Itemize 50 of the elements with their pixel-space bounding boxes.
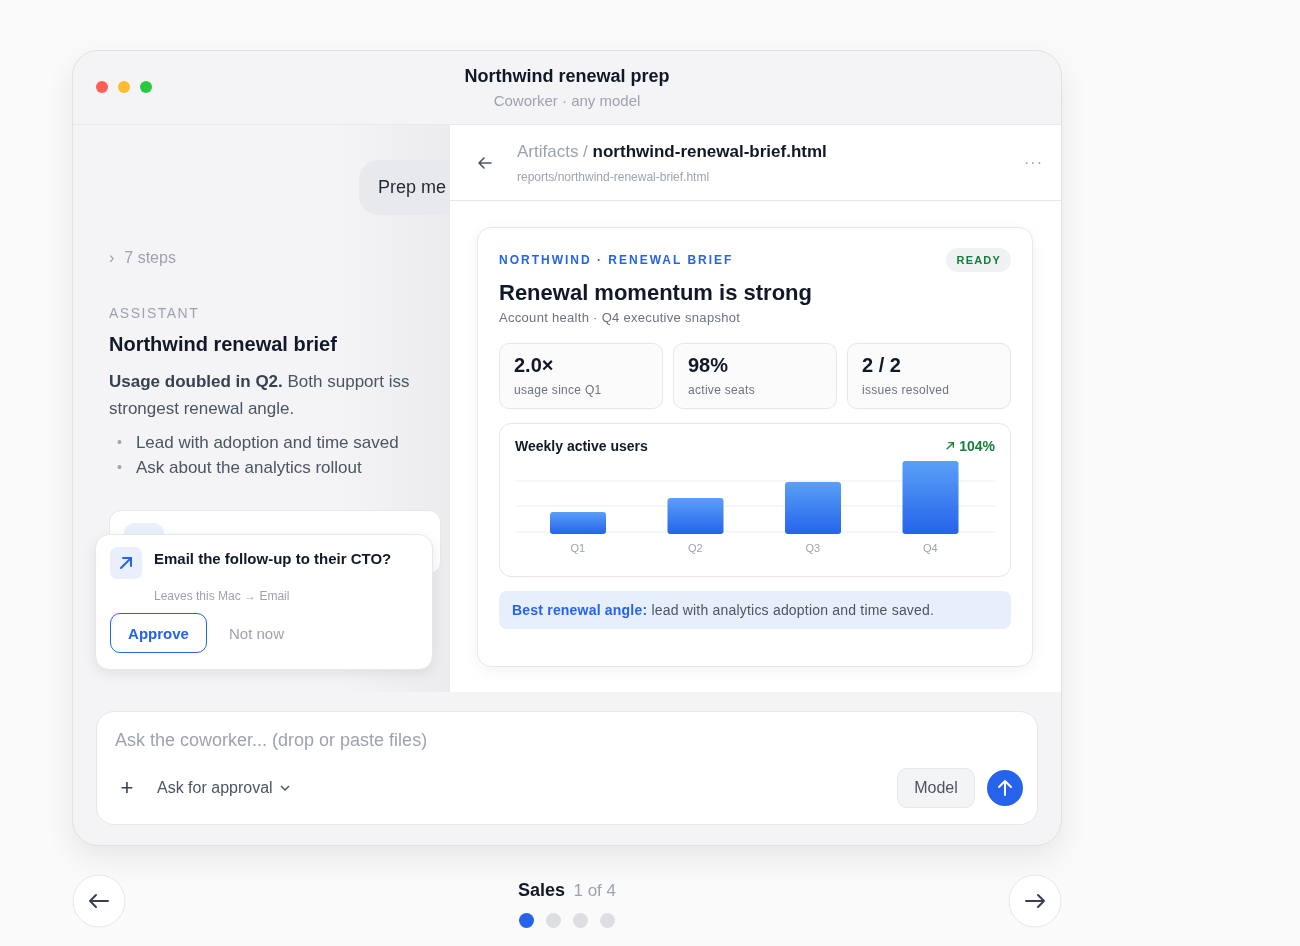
model-button[interactable]: Model xyxy=(897,768,975,808)
message-composer[interactable]: Ask the coworker... (drop or paste files) + Ask for approval Model xyxy=(96,711,1038,825)
approve-button[interactable]: Approve xyxy=(110,613,207,653)
bullet-item: Ask about the analytics rollout xyxy=(135,457,362,479)
file-name: northwind-renewal-brief.html xyxy=(592,141,827,161)
file-path: reports/northwind-renewal-brief.html xyxy=(517,169,711,184)
approval-detail: Leaves this Mac → Email xyxy=(154,589,291,603)
page-position: 1 of 4 xyxy=(573,881,616,900)
send-button[interactable] xyxy=(987,770,1023,806)
status-badge: READY xyxy=(946,248,1011,272)
dismiss-button[interactable]: Not now xyxy=(229,624,285,642)
stat-label: active seats xyxy=(688,383,756,397)
trend-up-icon xyxy=(945,441,956,451)
page-dot[interactable] xyxy=(546,913,561,928)
role-label: ASSISTANT xyxy=(109,305,201,321)
page-dot[interactable] xyxy=(600,913,615,928)
chart-title: Weekly active users xyxy=(515,438,648,454)
chevron-down-icon xyxy=(278,782,291,794)
add-button[interactable]: + xyxy=(115,775,139,801)
axis-label: Q2 xyxy=(686,542,704,554)
window-title: Northwind renewal prep xyxy=(464,66,670,87)
stat-value: 2.0× xyxy=(514,354,555,377)
stat-label: usage since Q1 xyxy=(514,383,603,397)
window-controls-icon[interactable] xyxy=(96,81,152,93)
axis-label: Q1 xyxy=(569,542,587,554)
eyebrow-label: NORTHWIND · RENEWAL BRIEF xyxy=(499,253,734,267)
user-message: Prep me xyxy=(359,160,449,215)
page-dot[interactable] xyxy=(519,913,534,928)
previous-button[interactable] xyxy=(72,874,126,928)
approval-question: Email the follow-up to their CTO? xyxy=(154,550,392,567)
axis-label: Q4 xyxy=(921,542,939,554)
bullet-item: Lead with adoption and time saved xyxy=(135,432,399,454)
bullet-marker: • xyxy=(117,458,122,477)
message-heading: Northwind renewal brief xyxy=(109,333,338,356)
brief-subtitle: Account health · Q4 executive snapshot xyxy=(499,310,742,325)
axis-label: Q3 xyxy=(804,542,822,554)
breadcrumb-link[interactable]: Artifacts / xyxy=(517,141,588,161)
approval-mode-dropdown[interactable]: Ask for approval xyxy=(157,779,291,797)
message-paragraph: Usage doubled in Q2. Both support iss strongest renewal angle. xyxy=(109,371,411,420)
change-value: 104% xyxy=(959,438,995,454)
window-subtitle: Coworker · any model xyxy=(492,92,642,109)
bullet-marker: • xyxy=(117,433,122,452)
page-dot[interactable] xyxy=(573,913,588,928)
section-title: Sales xyxy=(517,880,565,900)
stat-label: issues resolved xyxy=(862,383,951,397)
next-button[interactable] xyxy=(1008,874,1062,928)
brief-title: Renewal momentum is strong xyxy=(499,280,813,306)
stat-value: 98% xyxy=(688,354,730,377)
callout-text: Best renewal angle: lead with analytics adoption and time saved. xyxy=(499,591,1011,629)
stat-value: 2 / 2 xyxy=(862,354,902,377)
